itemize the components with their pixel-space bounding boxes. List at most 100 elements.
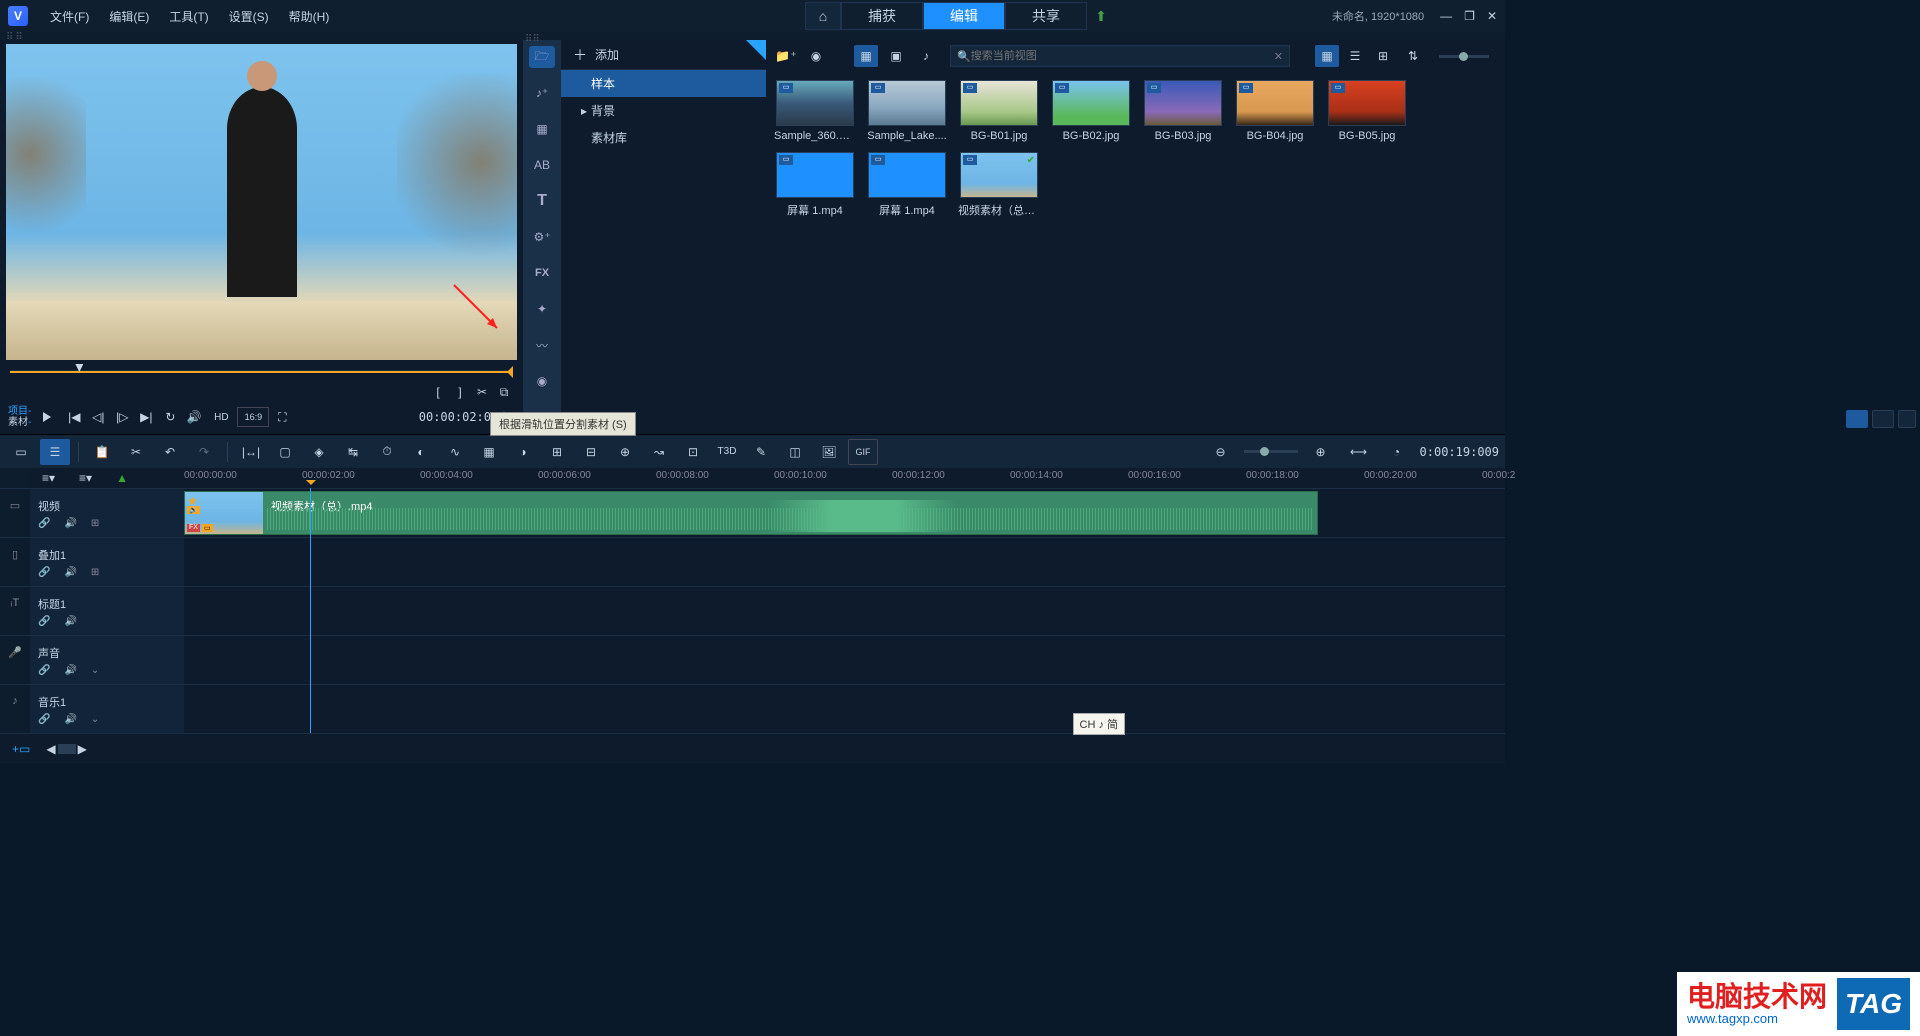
tool-color[interactable]: ✦ xyxy=(529,298,555,320)
scroll-left-button[interactable]: ◀ xyxy=(46,742,55,756)
media-thumbnail[interactable]: ▭屏幕 1.mp4 xyxy=(866,152,948,218)
mode-home[interactable]: ⌂ xyxy=(805,2,841,30)
panel-layout-btn-2[interactable] xyxy=(1872,410,1894,428)
undo-button[interactable]: ↶ xyxy=(155,439,185,465)
filter-all-button[interactable]: ▦ xyxy=(854,45,878,67)
grid-view-button[interactable]: ⊟ xyxy=(576,439,606,465)
redo-button[interactable]: ↷ xyxy=(189,439,219,465)
panel-edit-btn[interactable] xyxy=(1898,410,1916,428)
scrub-bar[interactable] xyxy=(10,366,513,378)
pan-zoom-button[interactable]: ◈ xyxy=(304,439,334,465)
tree-sample[interactable]: 样本 xyxy=(561,70,766,97)
media-thumbnail[interactable]: ▭屏幕 1.mp4 xyxy=(774,152,856,218)
add-marker-button[interactable]: ▲ xyxy=(116,471,128,485)
volume-button[interactable]: 🔊 xyxy=(183,407,205,427)
view-list-button[interactable]: ☰ xyxy=(1343,45,1367,67)
tool-overlay[interactable]: ⚙⁺ xyxy=(529,226,555,248)
reverse-button[interactable]: ↹ xyxy=(338,439,368,465)
goto-start-button[interactable]: |◀ xyxy=(63,407,85,427)
chroma-button[interactable]: ▦ xyxy=(474,439,504,465)
playhead[interactable] xyxy=(310,488,311,733)
speed-button[interactable]: ⏱ xyxy=(372,439,402,465)
fullscreen-button[interactable]: ⛶ xyxy=(271,407,293,427)
aspect-button[interactable]: 16:9 xyxy=(237,407,269,427)
track-motion-button[interactable]: ⊕ xyxy=(610,439,640,465)
menu-settings[interactable]: 设置(S) xyxy=(219,8,279,25)
view-grid-button[interactable]: ▦ xyxy=(1315,45,1339,67)
prev-frame-button[interactable]: ◁| xyxy=(87,407,109,427)
maximize-button[interactable]: ❐ xyxy=(1464,9,1475,23)
upload-button[interactable]: ⬆ xyxy=(1087,2,1115,30)
mark-out-button[interactable]: ] xyxy=(449,382,471,402)
scroll-right-button[interactable]: ▶ xyxy=(78,742,87,756)
tool-audio[interactable]: ♪⁺ xyxy=(529,82,555,104)
video-clip[interactable]: ★ FX▭ 🔊 视频素材（总）.mp4 xyxy=(184,491,1318,535)
timecode-mode-button[interactable]: ◔ xyxy=(1382,439,1412,465)
stabilize-button[interactable]: ⊡ xyxy=(678,439,708,465)
tool-titles[interactable]: AB xyxy=(529,154,555,176)
sort-button[interactable]: ⇅ xyxy=(1401,45,1425,67)
panel-layout-btn-1[interactable] xyxy=(1846,410,1868,428)
tree-library[interactable]: 素材库 xyxy=(561,124,766,151)
menu-edit[interactable]: 编辑(E) xyxy=(99,8,159,25)
menu-help[interactable]: 帮助(H) xyxy=(279,8,340,25)
mode-share[interactable]: 共享 xyxy=(1005,2,1087,30)
media-thumbnail[interactable]: ▭BG-B03.jpg xyxy=(1142,80,1224,142)
filter-audio-button[interactable]: ♪ xyxy=(914,45,938,67)
goto-end-button[interactable]: ▶| xyxy=(135,407,157,427)
media-thumbnail[interactable]: ▭Sample_360.m... xyxy=(774,80,856,142)
add-media-button[interactable]: ＋ 添加 xyxy=(561,40,766,70)
preview-mode-label[interactable]: 项目-素材- xyxy=(8,406,31,428)
timeline-ruler[interactable]: 00:00:00:0000:00:02:0000:00:04:0000:00:0… xyxy=(184,468,1505,488)
zoom-in-button[interactable]: ⊕ xyxy=(1306,439,1336,465)
copy-attr-button[interactable]: 📋 xyxy=(87,439,117,465)
play-button[interactable] xyxy=(37,407,61,427)
audio-mix-button[interactable]: ∿ xyxy=(440,439,470,465)
tool-fx[interactable]: FX xyxy=(529,262,555,284)
split-button[interactable]: ✂ xyxy=(471,382,493,402)
tool-text[interactable]: T xyxy=(529,190,555,212)
add-track-button[interactable]: +▭ xyxy=(12,742,30,756)
tool-motion[interactable]: 〰 xyxy=(529,334,555,356)
clear-search-button[interactable]: ✕ xyxy=(1274,50,1283,63)
3d-title-button[interactable]: T3D xyxy=(712,439,742,465)
filter-photo-button[interactable]: ▣ xyxy=(884,45,908,67)
preview-viewport[interactable] xyxy=(6,44,517,360)
link-icon[interactable]: 🔗 xyxy=(38,518,50,529)
mask-button[interactable]: ◑ xyxy=(508,439,538,465)
view-tiles-button[interactable]: ⊞ xyxy=(1371,45,1395,67)
thumbnail-size-slider[interactable] xyxy=(1439,55,1489,58)
next-frame-button[interactable]: |▷ xyxy=(111,407,133,427)
snapshot-button[interactable]: ⧉ xyxy=(493,382,515,402)
mode-capture[interactable]: 捕获 xyxy=(841,2,923,30)
tree-background[interactable]: ▸背景 xyxy=(561,97,766,124)
ripple-button[interactable]: |↔| xyxy=(236,439,266,465)
scroll-thumb[interactable] xyxy=(58,744,76,754)
zoom-out-button[interactable]: ⊖ xyxy=(1206,439,1236,465)
photo-button[interactable]: 🖼 xyxy=(814,439,844,465)
search-input[interactable] xyxy=(971,50,1274,62)
media-thumbnail[interactable]: ▭BG-B02.jpg xyxy=(1050,80,1132,142)
color-button[interactable]: ◐ xyxy=(406,439,436,465)
lock-icon[interactable]: ⊞ xyxy=(91,518,99,529)
gif-button[interactable]: GIF xyxy=(848,439,878,465)
split-screen-button[interactable]: ◫ xyxy=(780,439,810,465)
media-thumbnail[interactable]: ▭Sample_Lake.... xyxy=(866,80,948,142)
library-search[interactable]: 🔍 ✕ xyxy=(950,45,1290,67)
menu-tools[interactable]: 工具(T) xyxy=(159,8,218,25)
media-thumbnail[interactable]: ▭BG-B05.jpg xyxy=(1326,80,1408,142)
media-thumbnail[interactable]: ▭BG-B01.jpg xyxy=(958,80,1040,142)
close-button[interactable]: ✕ xyxy=(1487,9,1497,23)
tool-speed[interactable]: ◉ xyxy=(529,370,555,392)
import-folder-button[interactable]: 📁⁺ xyxy=(774,45,798,67)
minimize-button[interactable]: — xyxy=(1440,9,1452,23)
loop-button[interactable]: ↻ xyxy=(159,407,181,427)
record-button[interactable]: ◉ xyxy=(804,45,828,67)
mode-edit[interactable]: 编辑 xyxy=(923,2,1005,30)
mute-icon[interactable]: 🔊 xyxy=(64,518,76,529)
fit-project-button[interactable]: ⟷ xyxy=(1344,439,1374,465)
zoom-slider[interactable] xyxy=(1244,450,1298,453)
video-track-body[interactable]: ★ FX▭ 🔊 视频素材（总）.mp4 xyxy=(184,489,1505,537)
motion-path-button[interactable]: ↝ xyxy=(644,439,674,465)
media-thumbnail[interactable]: ▭BG-B04.jpg xyxy=(1234,80,1316,142)
